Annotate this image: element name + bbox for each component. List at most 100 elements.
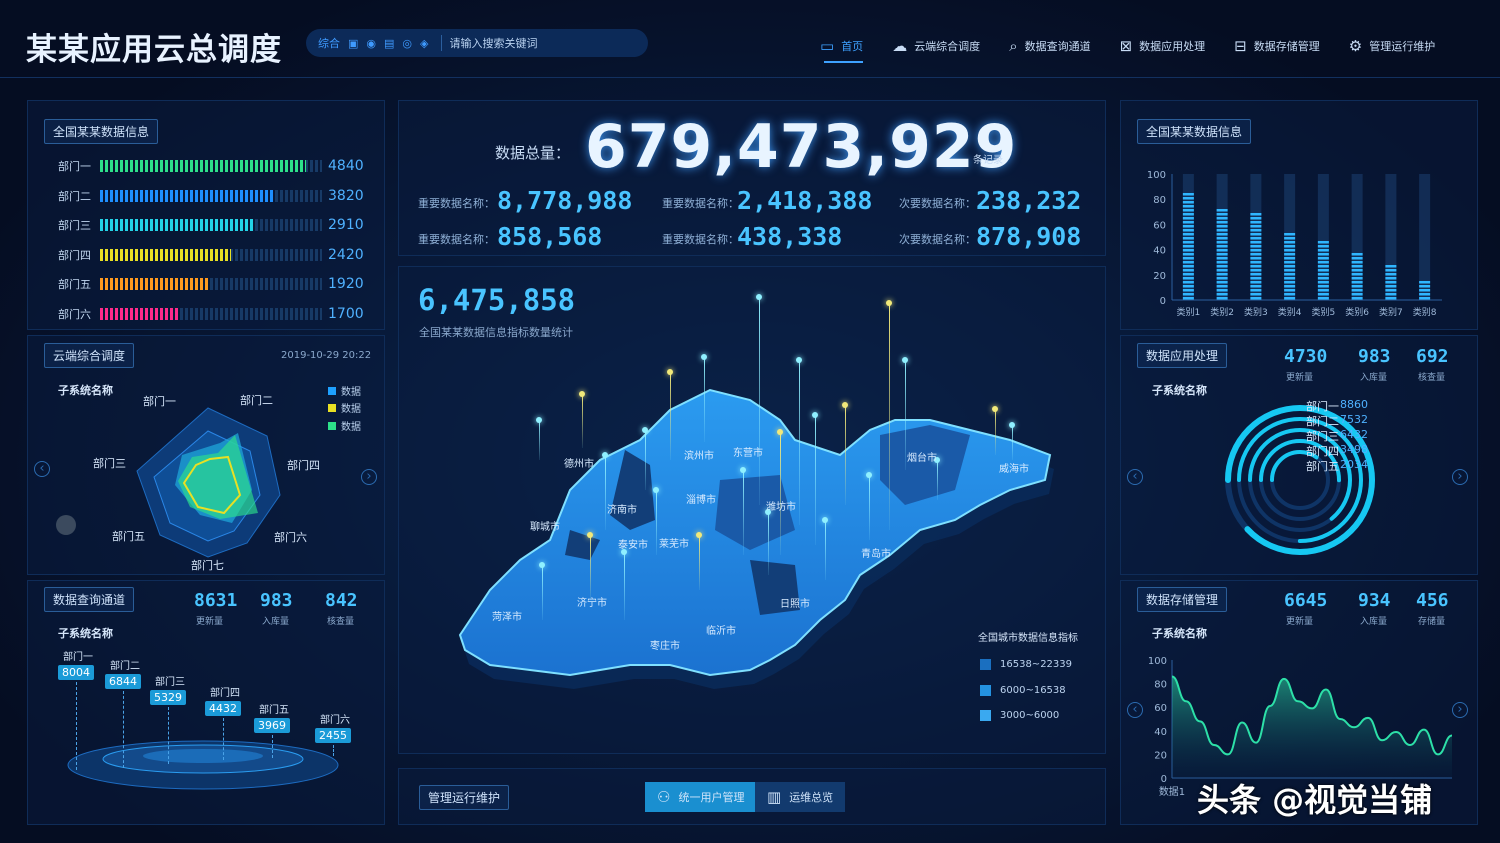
scroll-handle[interactable]: [56, 515, 76, 535]
step-leader-line: [333, 745, 334, 756]
bar-track: [100, 160, 322, 172]
bar-label: 部门六: [58, 307, 91, 321]
map-pin-dot[interactable]: [701, 354, 707, 360]
map-legend-item: 16538~22339: [980, 659, 1072, 670]
prev-arrow-icon[interactable]: ‹: [1127, 469, 1143, 485]
city-label: 菏泽市: [492, 612, 522, 623]
map-pin-dot[interactable]: [756, 294, 762, 300]
search-input[interactable]: [449, 36, 620, 50]
map-pin-dot[interactable]: [667, 369, 673, 375]
nav-home[interactable]: ▭ 首页: [820, 34, 864, 63]
bar-row: 部门一 4840: [58, 156, 368, 176]
map-pin-dot[interactable]: [587, 532, 593, 538]
map-pin-dot[interactable]: [866, 472, 872, 478]
map-pin-dot[interactable]: [886, 300, 892, 306]
map-pin-dot[interactable]: [992, 406, 998, 412]
map-pin-dot[interactable]: [696, 532, 702, 538]
map-pin-line: [590, 535, 591, 600]
total-unit: 条记录: [973, 155, 1003, 166]
map-pin-dot[interactable]: [902, 357, 908, 363]
bar[interactable]: [1318, 237, 1329, 300]
next-arrow-icon[interactable]: ›: [1452, 469, 1468, 485]
bar[interactable]: [1385, 263, 1396, 300]
app-stat-label: 核查量: [1418, 373, 1446, 383]
bar[interactable]: [1284, 232, 1295, 300]
nav-data-storage[interactable]: ⊟ 数据存储管理: [1234, 34, 1320, 58]
bar[interactable]: [1250, 211, 1261, 300]
map-pin-dot[interactable]: [822, 517, 828, 523]
radar-axis-label: 部门五: [112, 530, 145, 543]
map-pin-dot[interactable]: [539, 562, 545, 568]
tool-folder-icon[interactable]: ▣: [348, 37, 358, 50]
map-pin-line: [780, 432, 781, 555]
map-pin-dot[interactable]: [536, 417, 542, 423]
x-tick-label: 类别2: [1210, 306, 1234, 318]
storage-stat-value: 934: [1358, 590, 1391, 611]
city-label: 滨州市: [684, 451, 714, 462]
tool-target-icon[interactable]: ◎: [402, 37, 412, 50]
ring-legend-row: 部门二 7532: [1306, 413, 1368, 429]
map-pin-dot[interactable]: [740, 467, 746, 473]
map-pin-dot[interactable]: [777, 429, 783, 435]
prev-arrow-icon[interactable]: ‹: [34, 461, 50, 477]
storage-subtitle: 子系统名称: [1152, 627, 1207, 640]
app-proc-title: 数据应用处理: [1137, 343, 1228, 368]
map-pin-dot[interactable]: [602, 452, 608, 458]
legend-swatch: [980, 659, 991, 670]
step-leader-line: [123, 691, 124, 768]
bar[interactable]: [1352, 250, 1363, 300]
bar-track: [100, 248, 322, 261]
map-pin-dot[interactable]: [642, 427, 648, 433]
map-legend-title: 全国城市数据信息指标: [978, 633, 1078, 644]
bar-label: 部门一: [58, 160, 91, 173]
chart-monitor-icon: ▥: [767, 788, 782, 806]
bar[interactable]: [1183, 190, 1194, 300]
bar-value: 4840: [328, 158, 364, 174]
search-bar: 综合 ▣ ◉ ▤ ◎ ◈: [306, 29, 648, 57]
step-value: 3969: [254, 718, 290, 733]
bar[interactable]: [1217, 204, 1228, 300]
bar[interactable]: [1419, 276, 1430, 300]
city-label: 枣庄市: [650, 641, 680, 652]
dashboard-root: 某某应用云总调度 综合 ▣ ◉ ▤ ◎ ◈ ▭ 首页 ☁ 云端综合调度 ⌕ 数据查询通…: [0, 0, 1500, 843]
map-pin-line: [670, 372, 671, 460]
map-pin-line: [768, 512, 769, 575]
tool-all-button[interactable]: 综合: [318, 35, 340, 51]
bar-track: [100, 307, 322, 320]
query-stat-value: 983: [260, 590, 293, 611]
x-tick-label: 数据1: [1159, 785, 1185, 798]
tool-circle-icon[interactable]: ◉: [366, 37, 376, 50]
city-label: 济南市: [607, 505, 637, 516]
next-arrow-icon[interactable]: ›: [361, 469, 377, 485]
map-pin-dot[interactable]: [653, 487, 659, 493]
query-stat-label: 入库量: [262, 617, 290, 627]
app-proc-subtitle: 子系统名称: [1152, 384, 1207, 397]
map-pin-dot[interactable]: [842, 402, 848, 408]
nav-data-query[interactable]: ⌕ 数据查询通道: [1009, 34, 1090, 58]
step-label: 部门六: [320, 715, 350, 726]
map-pin-line: [825, 520, 826, 580]
next-arrow-icon[interactable]: ›: [1452, 702, 1468, 718]
map-pin-dot[interactable]: [812, 412, 818, 418]
map-pin-dot[interactable]: [1009, 422, 1015, 428]
bar-value: 1920: [328, 276, 364, 292]
total-value: 679,473,929: [585, 112, 1018, 182]
map-pin-line: [815, 415, 816, 545]
map-pin-line: [743, 470, 744, 555]
radar-axis-label: 部门七: [191, 559, 224, 572]
query-stat-label: 更新量: [196, 617, 224, 627]
user-manage-button[interactable]: ⚇ 统一用户管理: [645, 782, 757, 812]
map-pin-dot[interactable]: [579, 391, 585, 397]
nav-label: 首页: [841, 40, 864, 53]
prev-arrow-icon[interactable]: ‹: [1127, 702, 1143, 718]
left-top-title: 全国某某数据信息: [44, 119, 159, 144]
map-pin-dot[interactable]: [796, 357, 802, 363]
tool-settings-icon[interactable]: ◈: [420, 37, 428, 50]
query-subtitle: 子系统名称: [58, 627, 113, 640]
nav-cloud-dispatch[interactable]: ☁ 云端综合调度: [892, 34, 980, 58]
nav-data-app[interactable]: ⊠ 数据应用处理: [1120, 34, 1206, 58]
tool-list-icon[interactable]: ▤: [384, 37, 394, 50]
ops-overview-button[interactable]: ▥ 运维总览: [755, 782, 846, 812]
nav-label: 数据存储管理: [1253, 40, 1320, 53]
nav-ops[interactable]: ⚙ 管理运行维护: [1349, 34, 1435, 58]
